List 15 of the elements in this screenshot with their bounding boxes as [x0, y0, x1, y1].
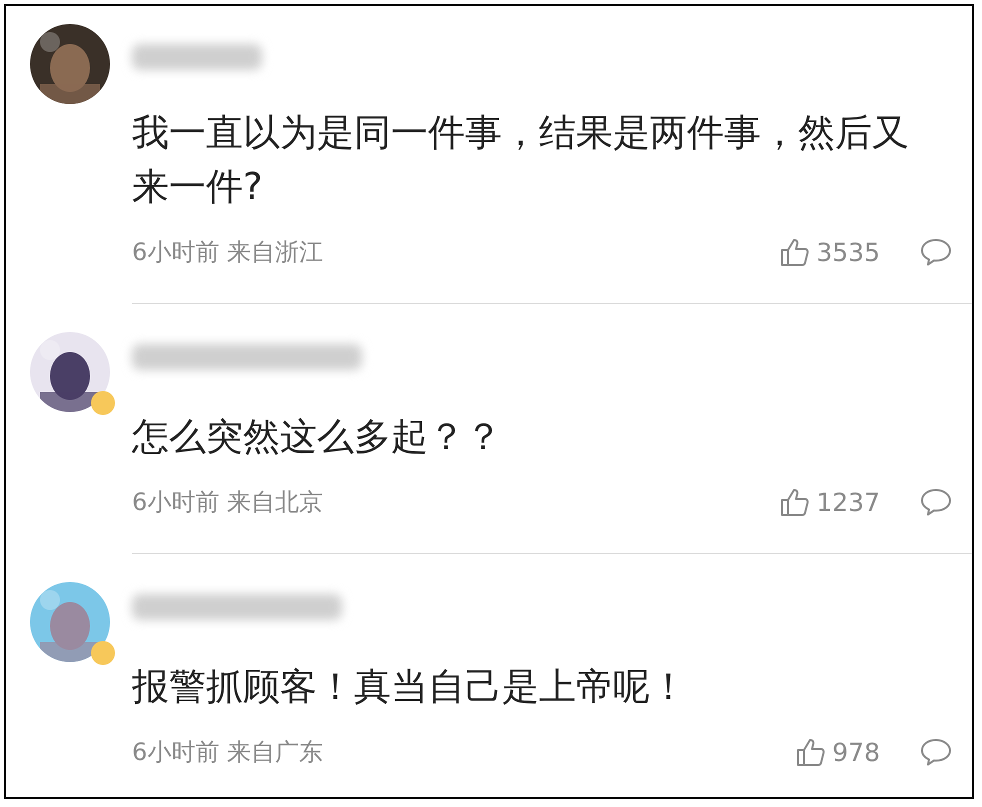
comment-text: 报警抓顾客！真当自己是上帝呢！ — [132, 664, 688, 710]
comment-meta: 6小时前 来自浙江 — [132, 237, 324, 268]
thumbs-up-icon — [780, 487, 810, 517]
like-button[interactable]: 3535 — [780, 237, 880, 267]
comment-icon[interactable] — [920, 238, 952, 266]
comment-icon[interactable] — [920, 738, 952, 766]
like-button[interactable]: 978 — [796, 737, 880, 767]
comment-text: 怎么突然这么多起？？ — [132, 414, 503, 460]
comment-meta: 6小时前 来自广东 — [132, 737, 324, 768]
comment-text: 我一直以为是同一件事，结果是两件事，然后又来一件? — [132, 110, 910, 210]
like-button[interactable]: 1237 — [780, 487, 880, 517]
comment-meta: 6小时前 来自北京 — [132, 487, 324, 518]
thumbs-up-icon — [780, 237, 810, 267]
thumbs-up-icon — [796, 737, 826, 767]
comment-icon[interactable] — [920, 488, 952, 516]
